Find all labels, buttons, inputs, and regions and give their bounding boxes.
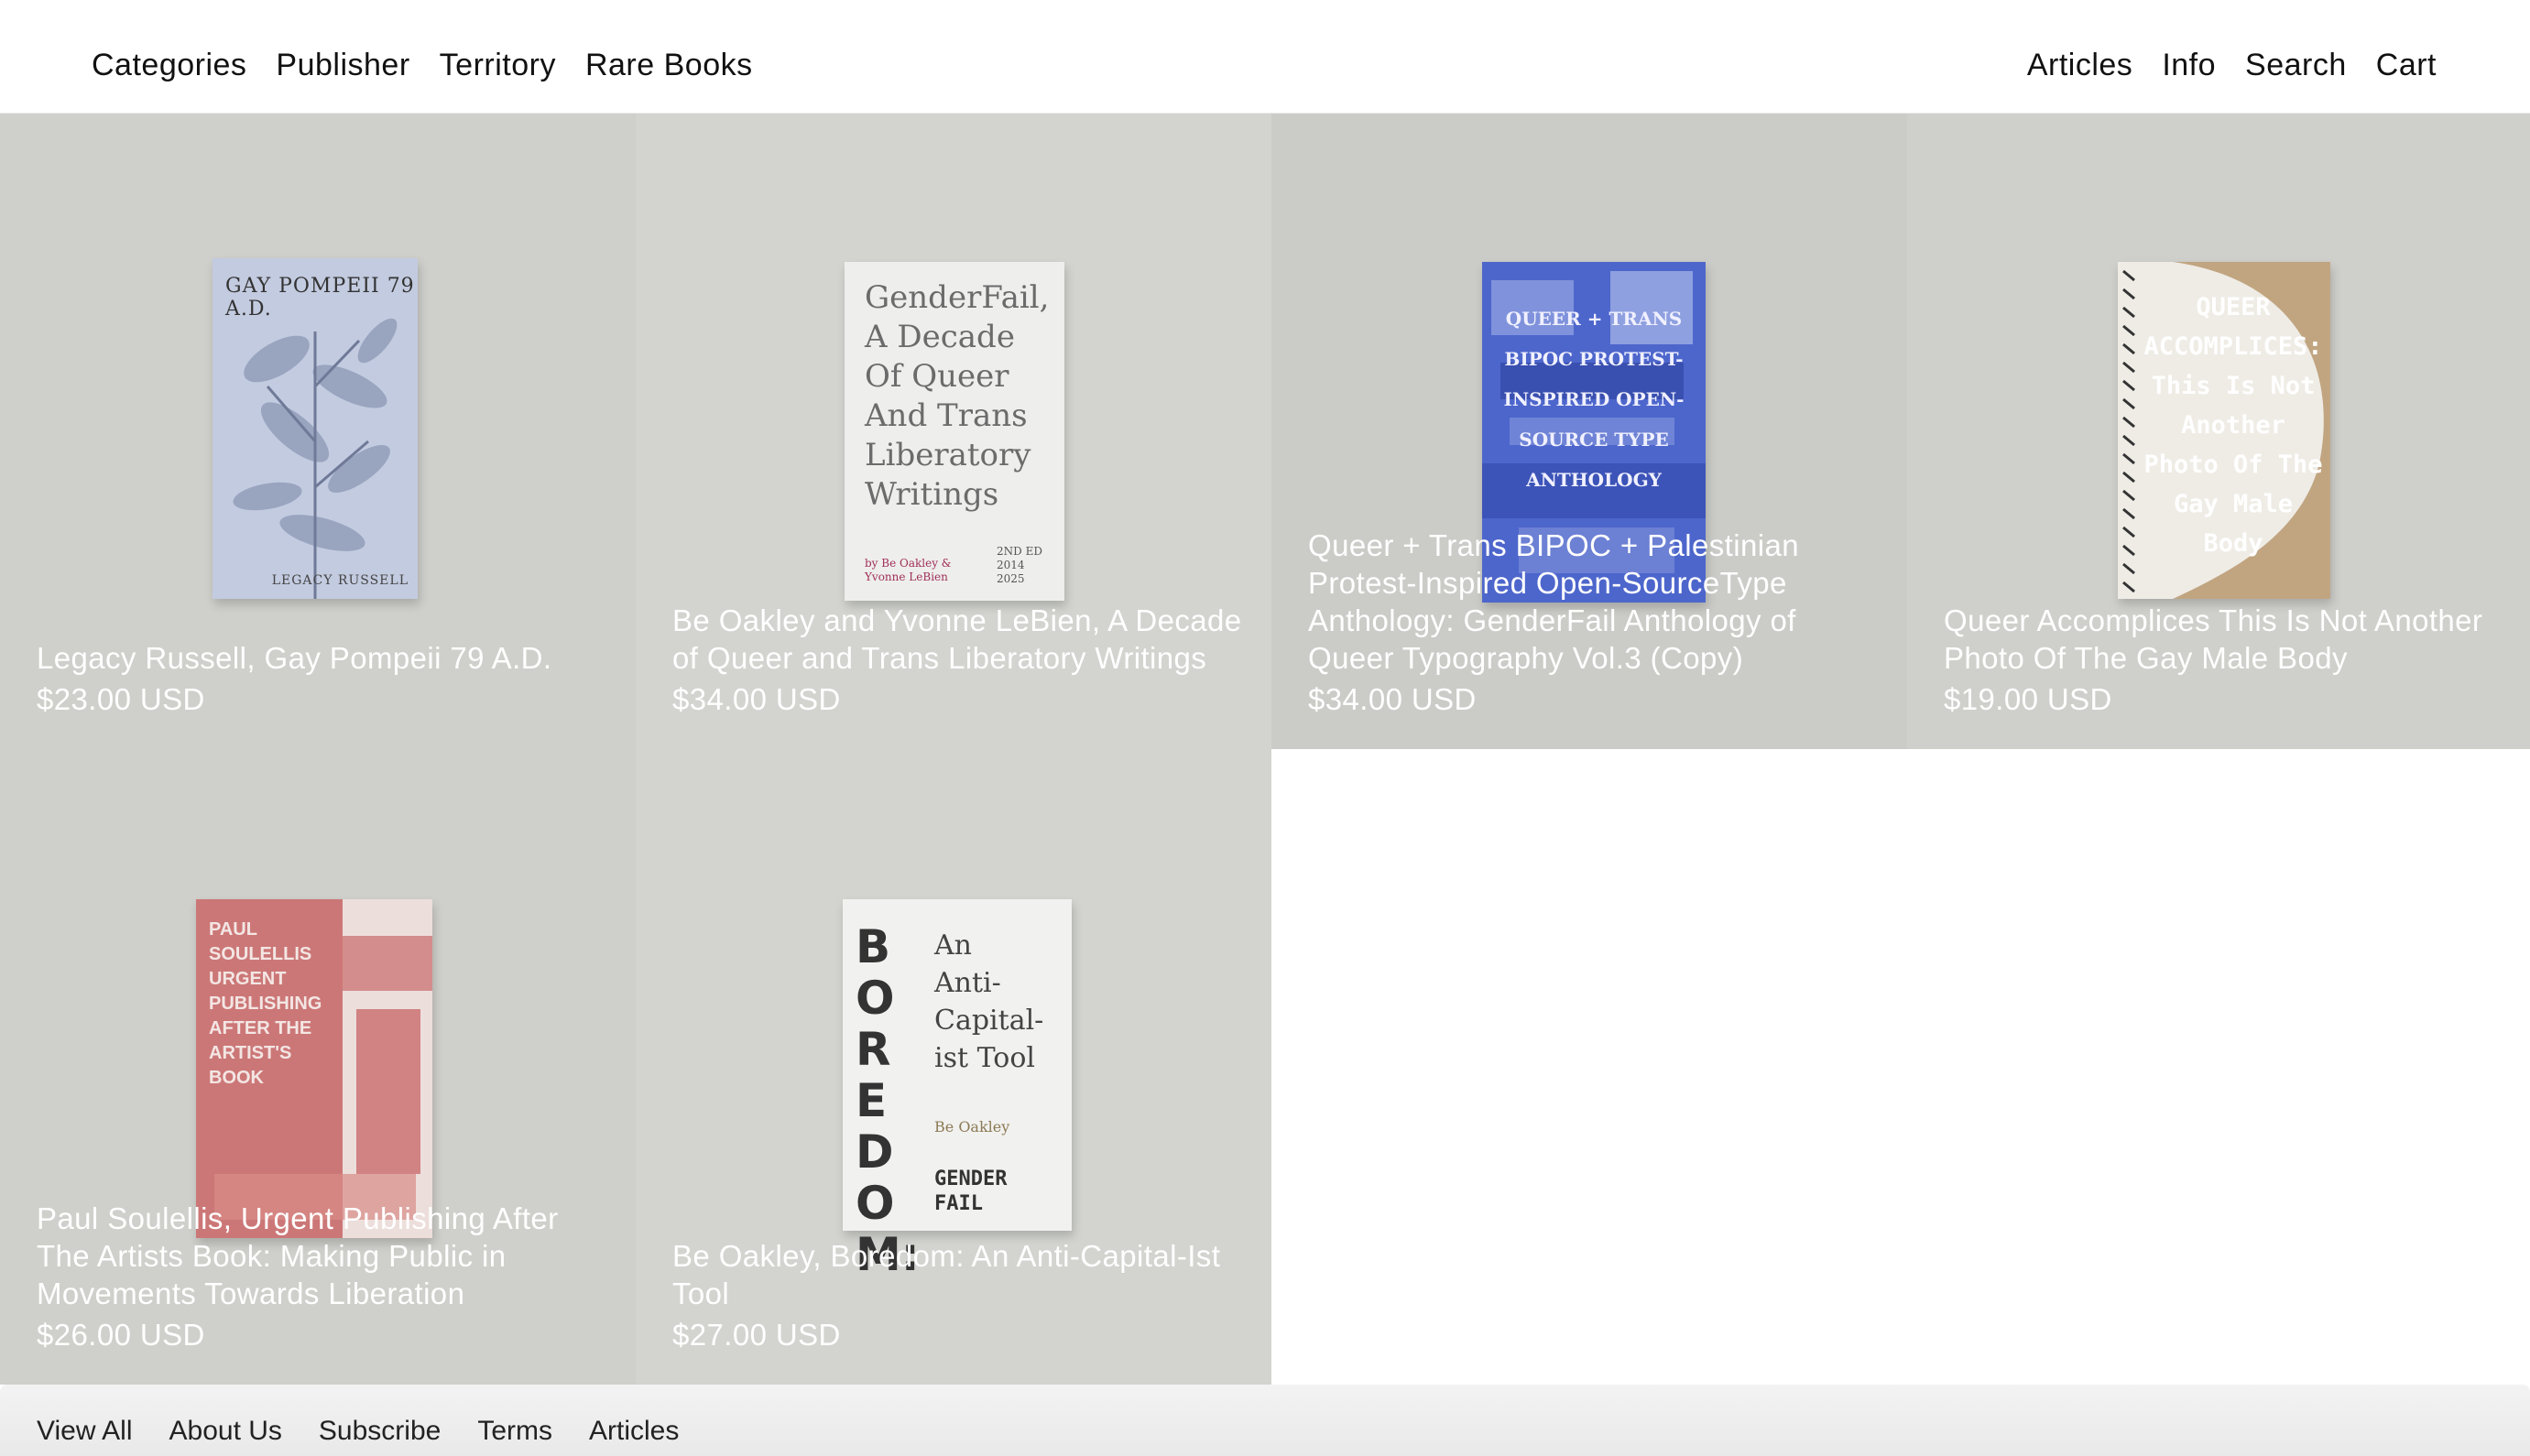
footer-articles[interactable]: Articles xyxy=(589,1416,679,1447)
product-info: Legacy Russell, Gay Pompeii 79 A.D. $23.… xyxy=(37,639,608,718)
product-price: $19.00 USD xyxy=(1944,682,2112,716)
cover-title: QUEER + TRANS BIPOC PROTEST-INSPIRED OPE… xyxy=(1503,308,1685,491)
nav-territory[interactable]: Territory xyxy=(440,48,556,83)
product-title[interactable]: Queer Accomplices This Is Not Another Ph… xyxy=(1944,602,2515,677)
secondary-nav: Articles Info Search Cart xyxy=(2027,48,2437,83)
product-title[interactable]: Be Oakley and Yvonne LeBien, A Decade of… xyxy=(672,602,1244,677)
product-title[interactable]: Legacy Russell, Gay Pompeii 79 A.D. xyxy=(37,639,608,677)
cover-author: by Be Oakley & Yvonne LeBien xyxy=(865,557,952,583)
nav-publisher[interactable]: Publisher xyxy=(276,48,409,83)
book-cover-image: BOREDOM: An Anti-Capital-ist Tool Be Oak… xyxy=(843,899,1072,1280)
cover-title: GAY POMPEII 79 A.D. xyxy=(225,275,415,321)
cover-title: BOREDOM: xyxy=(856,920,920,1281)
product-grid: GAY POMPEII 79 A.D. LEGACY RUSSELL Legac… xyxy=(0,114,2530,1385)
cover-publisher: GENDER FAIL xyxy=(934,1168,1008,1215)
product-price: $34.00 USD xyxy=(1308,682,1477,716)
cover-subtitle: An Anti-Capital-ist Tool xyxy=(934,929,1044,1074)
book-cover-image: GenderFail, A Decade Of Queer And Trans … xyxy=(845,262,1064,601)
product-title[interactable]: Be Oakley, Boredom: An Anti-Capital-Ist … xyxy=(672,1237,1244,1312)
product-price: $23.00 USD xyxy=(37,682,205,716)
book-cover-image: PAUL SOULELLIS URGENT PUBLISHING AFTER T… xyxy=(196,899,432,1238)
footer-links: View All About Us Subscribe Terms Articl… xyxy=(37,1416,679,1447)
cover-author: Be Oakley xyxy=(934,1118,1010,1135)
footer-subscribe[interactable]: Subscribe xyxy=(319,1416,441,1447)
product-info: Queer + Trans BIPOC + Palestinian Protes… xyxy=(1308,527,1880,718)
cover-title: QUEER ACCOMPLICES: This Is Not Another P… xyxy=(2143,293,2323,558)
cover-title: PAUL SOULELLIS URGENT PUBLISHING AFTER T… xyxy=(209,919,322,1088)
product-card[interactable]: GenderFail, A Decade Of Queer And Trans … xyxy=(636,114,1271,749)
footer-about-us[interactable]: About Us xyxy=(169,1416,282,1447)
product-card[interactable]: QUEER ACCOMPLICES: This Is Not Another P… xyxy=(1907,114,2530,749)
product-card[interactable]: PAUL SOULELLIS URGENT PUBLISHING AFTER T… xyxy=(0,749,636,1385)
cover-title: GenderFail, A Decade Of Queer And Trans … xyxy=(865,279,1050,513)
nav-categories[interactable]: Categories xyxy=(92,48,246,83)
nav-search[interactable]: Search xyxy=(2245,48,2347,83)
product-info: Queer Accomplices This Is Not Another Ph… xyxy=(1944,602,2515,718)
product-info: Be Oakley and Yvonne LeBien, A Decade of… xyxy=(672,602,1244,718)
product-price: $34.00 USD xyxy=(672,682,841,716)
nav-articles[interactable]: Articles xyxy=(2027,48,2132,83)
book-cover-image: GAY POMPEII 79 A.D. LEGACY RUSSELL xyxy=(213,258,418,599)
nav-info[interactable]: Info xyxy=(2162,48,2216,83)
footer-view-all[interactable]: View All xyxy=(37,1416,133,1447)
product-price: $26.00 USD xyxy=(37,1318,205,1352)
book-cover-image: QUEER ACCOMPLICES: This Is Not Another P… xyxy=(2118,262,2330,599)
nav-cart[interactable]: Cart xyxy=(2376,48,2437,83)
site-header: Categories Publisher Territory Rare Book… xyxy=(0,0,2530,114)
nav-rare-books[interactable]: Rare Books xyxy=(585,48,753,83)
product-title[interactable]: Paul Soulellis, Urgent Publishing After … xyxy=(37,1200,608,1312)
cover-author: LEGACY RUSSELL xyxy=(271,573,409,588)
product-info: Paul Soulellis, Urgent Publishing After … xyxy=(37,1200,608,1353)
site-footer: View All About Us Subscribe Terms Articl… xyxy=(0,1385,2530,1456)
cover-edition: 2ND ED 2014 2025 xyxy=(997,545,1042,585)
product-title[interactable]: Queer + Trans BIPOC + Palestinian Protes… xyxy=(1308,527,1880,677)
product-price: $27.00 USD xyxy=(672,1318,841,1352)
footer-terms[interactable]: Terms xyxy=(477,1416,552,1447)
product-card[interactable]: QUEER + TRANS BIPOC PROTEST-INSPIRED OPE… xyxy=(1271,114,1907,749)
product-card[interactable]: BOREDOM: An Anti-Capital-ist Tool Be Oak… xyxy=(636,749,1271,1385)
primary-nav: Categories Publisher Territory Rare Book… xyxy=(92,48,753,83)
product-card[interactable]: GAY POMPEII 79 A.D. LEGACY RUSSELL Legac… xyxy=(0,114,636,749)
product-info: Be Oakley, Boredom: An Anti-Capital-Ist … xyxy=(672,1237,1244,1353)
